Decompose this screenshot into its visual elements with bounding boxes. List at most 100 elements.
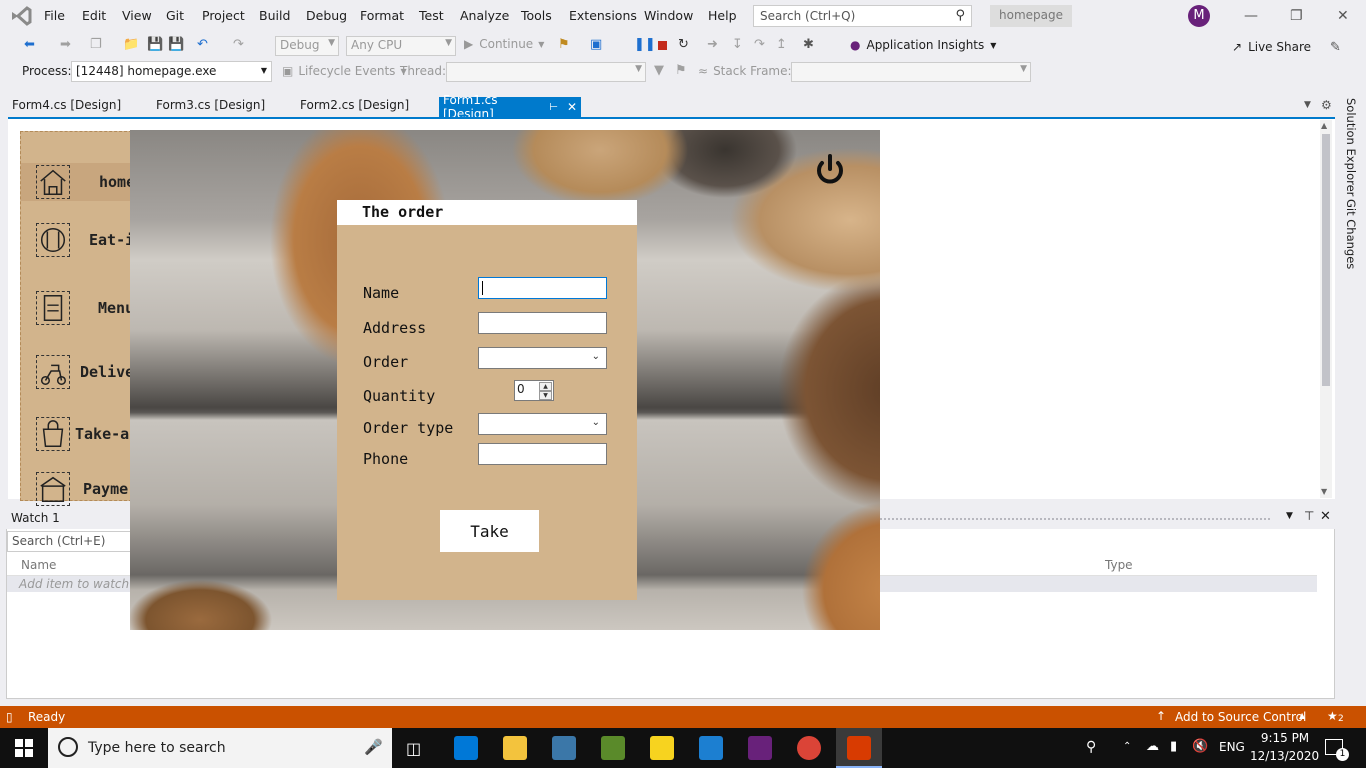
hot-reload-icon[interactable]: ✱ <box>803 37 814 52</box>
menu-item-git[interactable]: Git <box>166 8 184 23</box>
show-next-statement-icon[interactable]: ➜ <box>707 37 718 52</box>
scroll-down-icon[interactable]: ▼ <box>1321 487 1327 496</box>
stepper-down-icon[interactable]: ▼ <box>539 391 552 400</box>
nav-item-take-away[interactable]: Take-a <box>21 415 133 453</box>
file-explorer-icon[interactable] <box>503 736 527 760</box>
task-view-icon[interactable]: ◫ <box>406 739 421 758</box>
nav-item-payment[interactable]: Payme <box>21 470 133 508</box>
watch-col-type[interactable]: Type <box>1105 558 1133 572</box>
lifecycle-events-button[interactable]: ▣ Lifecycle Events ▼ <box>282 64 407 78</box>
store-icon[interactable] <box>454 736 478 760</box>
watch-dropdown-icon[interactable]: ▼ <box>1286 511 1293 521</box>
tab-form1[interactable]: Form1.cs [Design] ⊢ ✕ <box>439 93 581 121</box>
new-project-icon[interactable]: ❐ <box>90 37 102 52</box>
address-field[interactable] <box>478 312 607 334</box>
save-all-icon[interactable]: 💾 <box>168 37 184 52</box>
menu-item-tools[interactable]: Tools <box>521 8 552 23</box>
settings-gear-icon[interactable]: ⚙ <box>1321 98 1332 112</box>
avatar[interactable]: M <box>1188 5 1210 27</box>
pin-icon[interactable]: ⊢ <box>549 102 558 113</box>
stop-icon[interactable] <box>658 41 667 50</box>
menu-item-build[interactable]: Build <box>259 8 290 23</box>
winforms-app-icon[interactable] <box>847 736 871 760</box>
menu-item-test[interactable]: Test <box>419 8 444 23</box>
watch-title[interactable]: Watch 1 <box>11 511 60 525</box>
form1-designer[interactable]: home Eat-i Menu Delive Take-a Payme <box>20 131 135 506</box>
power-icon[interactable] <box>812 152 848 188</box>
browser-link-icon[interactable]: ▣ <box>590 37 602 52</box>
step-out-icon[interactable]: ↥ <box>776 37 787 52</box>
undo-icon[interactable]: ↶ <box>197 37 208 52</box>
visual-studio-logo-icon[interactable] <box>10 5 32 27</box>
visual-studio-icon[interactable] <box>748 736 772 760</box>
filter-icon[interactable]: ▼ <box>654 63 664 78</box>
thread-select[interactable]: ▼ <box>446 62 646 82</box>
debug-target-icon[interactable]: ⚑ <box>558 37 570 52</box>
application-insights-button[interactable]: ● Application Insights ▼ <box>850 38 996 52</box>
restart-icon[interactable]: ↻ <box>678 37 689 52</box>
source-control-button[interactable]: Add to Source Control <box>1175 710 1306 724</box>
vscode-icon[interactable] <box>699 736 723 760</box>
tab-form2[interactable]: Form2.cs [Design] <box>300 98 409 112</box>
order-select[interactable]: ⌄ <box>478 347 607 369</box>
minimize-icon[interactable]: — <box>1244 8 1258 24</box>
solution-explorer-tab[interactable]: Solution Explorer <box>1344 98 1358 196</box>
menu-item-debug[interactable]: Debug <box>306 8 347 23</box>
menu-item-file[interactable]: File <box>44 8 65 23</box>
pause-icon[interactable]: ❚❚ <box>634 37 656 52</box>
tab-form4[interactable]: Form4.cs [Design] <box>12 98 121 112</box>
clock-date[interactable]: 12/13/2020 <box>1250 749 1319 763</box>
scroll-up-icon[interactable]: ▲ <box>1321 121 1327 130</box>
configuration-select[interactable]: Debug ▼ <box>275 36 339 56</box>
sticky-notes-icon[interactable] <box>650 736 674 760</box>
gallery-app-icon[interactable] <box>601 736 625 760</box>
open-folder-icon[interactable]: 📁 <box>123 37 139 52</box>
restore-icon[interactable]: ❐ <box>1290 8 1303 24</box>
menu-item-format[interactable]: Format <box>360 8 404 23</box>
taskbar-search[interactable]: Type here to search 🎤 <box>48 728 392 768</box>
nav-item-delivery[interactable]: Delive <box>21 353 134 391</box>
process-select[interactable]: [12448] homepage.exe ▼ <box>71 61 272 82</box>
windows-start-icon[interactable] <box>15 739 33 757</box>
close-tab-icon[interactable]: ✕ <box>567 100 577 114</box>
nav-item-home[interactable]: home <box>21 163 135 201</box>
close-icon[interactable]: ✕ <box>1337 8 1349 24</box>
step-over-icon[interactable]: ↷ <box>754 37 765 52</box>
tab-form3[interactable]: Form3.cs [Design] <box>156 98 265 112</box>
back-icon[interactable]: ⬅ <box>24 37 35 52</box>
people-icon[interactable]: ⚲ <box>1086 739 1096 755</box>
clock-time[interactable]: 9:15 PM <box>1256 731 1314 745</box>
save-icon[interactable]: 💾 <box>147 37 163 52</box>
menu-item-help[interactable]: Help <box>708 8 737 23</box>
designer-scrollbar-thumb[interactable] <box>1322 134 1330 386</box>
notifications-bell-icon[interactable]: ★ <box>1327 709 1338 723</box>
watch-search-input[interactable]: Search (Ctrl+E) <box>7 531 132 552</box>
tray-chevron-icon[interactable]: ⌃ <box>1123 741 1131 752</box>
watch-pin-icon[interactable]: ⊤ <box>1304 509 1314 523</box>
tray-app-icon[interactable]: ☁ <box>1146 739 1159 754</box>
watch-close-icon[interactable]: ✕ <box>1320 509 1331 524</box>
battery-icon[interactable]: ▮ <box>1170 739 1177 754</box>
take-button[interactable]: Take <box>440 510 539 552</box>
live-share-button[interactable]: ↗ Live Share <box>1232 40 1311 54</box>
platform-select[interactable]: Any CPU ▼ <box>346 36 456 56</box>
menu-item-edit[interactable]: Edit <box>82 8 106 23</box>
nav-item-menu[interactable]: Menu <box>21 289 134 327</box>
chrome-icon[interactable] <box>797 736 821 760</box>
menu-item-view[interactable]: View <box>122 8 152 23</box>
tab-list-dropdown-icon[interactable]: ▼ <box>1304 100 1311 110</box>
menu-item-extensions[interactable]: Extensions <box>569 8 637 23</box>
name-field[interactable] <box>478 277 607 299</box>
continue-button[interactable]: ▶ Continue ▼ <box>464 37 544 51</box>
forward-icon[interactable]: ➡ <box>60 37 71 52</box>
flag-icon[interactable]: ⚑ <box>675 63 687 78</box>
menu-item-window[interactable]: Window <box>644 8 693 23</box>
git-changes-tab[interactable]: Git Changes <box>1344 199 1358 269</box>
step-into-icon[interactable]: ↧ <box>732 37 743 52</box>
menu-item-project[interactable]: Project <box>202 8 245 23</box>
nav-item-eat-in[interactable]: Eat-i <box>21 221 134 259</box>
stack-frame-select[interactable]: ▼ <box>791 62 1031 82</box>
python-icon[interactable] <box>552 736 576 760</box>
order-type-select[interactable]: ⌄ <box>478 413 607 435</box>
volume-muted-icon[interactable]: 🔇 <box>1192 739 1208 754</box>
